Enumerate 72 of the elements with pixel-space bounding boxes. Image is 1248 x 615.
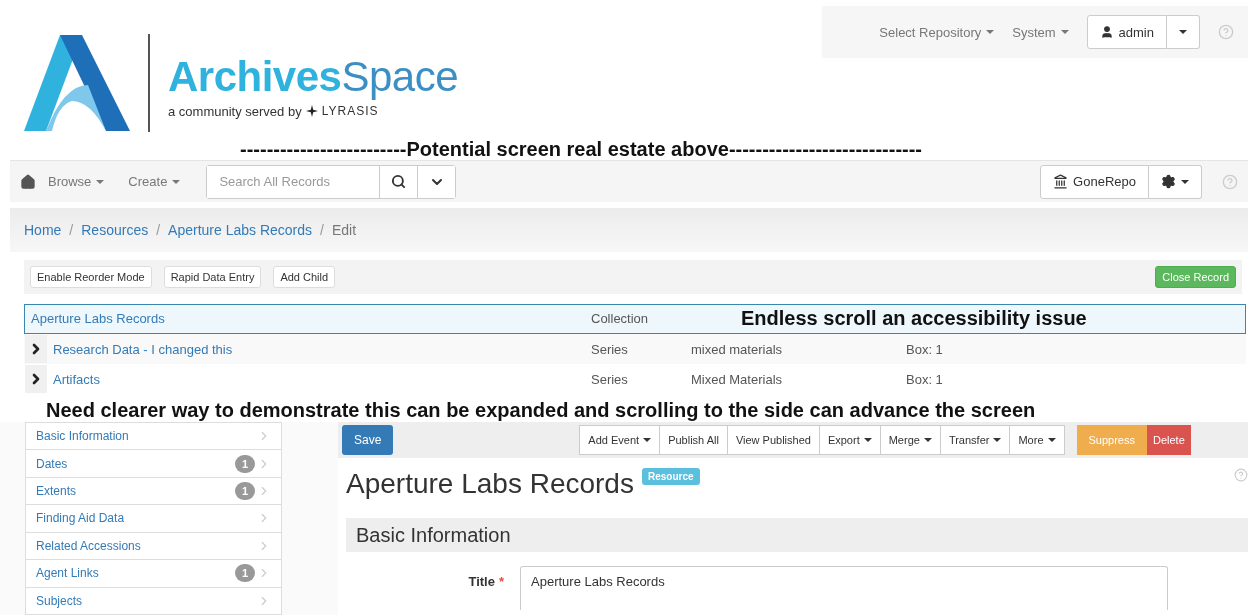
bank-icon (1053, 174, 1069, 189)
extent: mixed materials (691, 341, 784, 357)
toolbar-button[interactable]: Rapid Data Entry (163, 266, 262, 288)
user-icon (1099, 25, 1114, 39)
toolbar-button[interactable]: Export (819, 425, 881, 455)
toolbar-button[interactable]: Add Event (579, 425, 661, 455)
delete-button[interactable]: Delete (1147, 425, 1191, 455)
partner-name: LYRASIS (321, 104, 379, 118)
toolbar-button[interactable]: Transfer (940, 425, 1011, 455)
user-button[interactable]: admin (1086, 15, 1167, 49)
search-options-button[interactable] (417, 165, 456, 198)
extent: Mixed Materials (691, 371, 784, 387)
menu-link[interactable]: System (1012, 24, 1069, 40)
required-mark: * (498, 574, 504, 589)
tree-title[interactable]: Aperture Labs Records (25, 310, 165, 326)
nav-menu[interactable]: Create (116, 174, 193, 189)
breadcrumb-separator: / (69, 222, 74, 238)
sidebar-item[interactable]: Subjects (26, 587, 281, 615)
tree-row[interactable]: Research Data - I changed this Series mixed materials Box: 1 (24, 334, 1246, 364)
field-label: Title * (467, 573, 505, 589)
count-badge: 1 (235, 564, 255, 583)
search-field[interactable]: Search All Records (206, 164, 457, 199)
menu-link[interactable]: Select Repository (879, 24, 995, 40)
sidebar-item[interactable]: Basic Information (26, 423, 281, 451)
tagline: a community served by (168, 103, 302, 119)
sidebar-item[interactable]: Extents 1 (26, 477, 281, 506)
sidebar-item[interactable]: Agent Links 1 (26, 560, 281, 588)
sidebar-item[interactable]: Finding Aid Data (26, 505, 281, 533)
expand-icon[interactable] (25, 365, 47, 393)
gear-icon (1161, 174, 1176, 189)
settings-button[interactable] (1149, 164, 1202, 199)
toolbar-button[interactable]: Enable Reorder Mode (30, 266, 152, 288)
star-icon (305, 105, 318, 117)
search-icon (391, 174, 407, 189)
box-number: Box: 1 (906, 371, 944, 387)
record-type: Collection (591, 310, 650, 326)
annotation: Endless scroll an accessibility issue (740, 306, 1087, 330)
record-title: Aperture Labs Records (346, 468, 634, 500)
record-type: Series (591, 371, 629, 387)
expand-icon[interactable] (25, 335, 47, 363)
tree-title[interactable]: Research Data - I changed this (53, 341, 233, 357)
annotation: Need clearer way to demonstrate this can be expanded and scrolling to the side can advance the screen (45, 398, 1037, 422)
annotation: -------------------------Potential screen real estate above----------------------------- (239, 138, 924, 160)
home-icon[interactable] (20, 173, 36, 190)
save-button[interactable]: Save (342, 425, 394, 455)
record-type: Series (591, 341, 629, 357)
toolbar-button[interactable]: Add Child (273, 266, 336, 288)
repository-button[interactable]: GoneRepo (1040, 164, 1149, 199)
box-number: Box: 1 (906, 341, 944, 357)
brand-name: ArchivesSpace (168, 55, 459, 98)
nav-menu[interactable]: Browse (36, 174, 117, 189)
breadcrumb-link[interactable]: Home (24, 222, 62, 238)
tree-title[interactable]: Artifacts (53, 371, 100, 387)
breadcrumb-link[interactable]: Aperture Labs Records (168, 222, 313, 238)
section-header: Basic Information (346, 518, 1248, 552)
toolbar-button[interactable]: Merge (880, 425, 941, 455)
sidebar-item[interactable]: Dates 1 (26, 450, 281, 478)
count-badge: 1 (235, 482, 255, 501)
breadcrumb-current: Edit (331, 222, 357, 238)
logo-icon (24, 35, 130, 131)
breadcrumb-separator: / (320, 222, 324, 238)
toolbar-button[interactable]: Publish All (660, 425, 728, 455)
sidebar-item[interactable]: Related Accessions (26, 532, 281, 561)
breadcrumb-separator: / (156, 222, 161, 238)
title-field[interactable]: Aperture Labs Records (520, 566, 1168, 610)
count-badge: 1 (235, 454, 255, 473)
resource-badge: Resource (641, 468, 700, 485)
tree-row[interactable]: Aperture Labs Records Collection Endless scroll an accessibility issue (24, 304, 1246, 334)
breadcrumb-link[interactable]: Resources (81, 222, 149, 238)
toolbar-button[interactable]: View Published (727, 425, 820, 455)
close-record-button[interactable]: Close Record (1155, 266, 1236, 288)
toolbar-button[interactable]: More (1010, 425, 1065, 455)
